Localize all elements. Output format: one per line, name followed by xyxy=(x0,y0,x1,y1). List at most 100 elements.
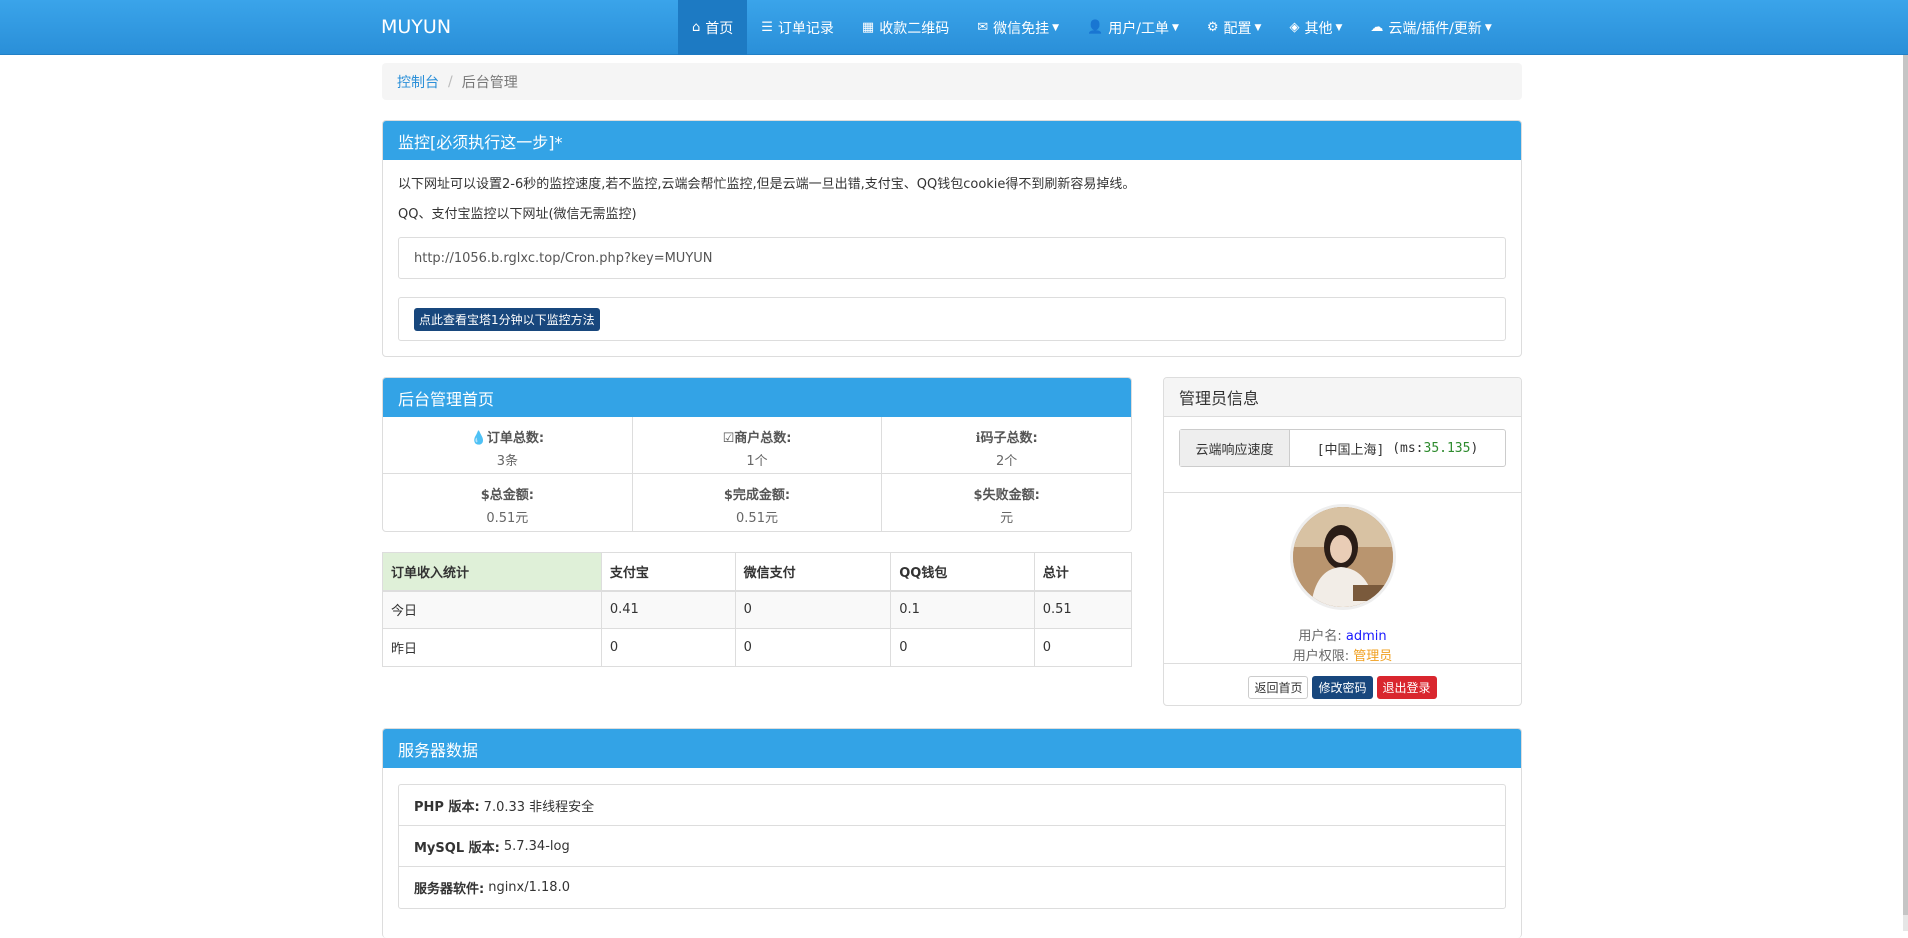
nav-item-label: 首页 xyxy=(705,20,734,37)
top-navbar: MUYUN ⌂ 首页 ☰ 订单记录 ▦ 收款二维码 ✉ 微信免挂 ▼ 👤 用户/工单 ▼ ⚙ 配置 ▼ ◈ 其他… xyxy=(0,0,1908,55)
back-home-button[interactable]: 返回首页 xyxy=(1248,676,1309,699)
stat-label: 完成金额: xyxy=(732,488,791,503)
stat-label: 失败金额: xyxy=(982,488,1040,503)
stat-value: 0.51元 xyxy=(736,511,778,526)
nav-item-label: 收款二维码 xyxy=(879,20,950,37)
qrcode-icon: ▦ xyxy=(861,20,875,35)
nav-item-5[interactable]: ⚙ 配置 ▼ xyxy=(1193,0,1276,55)
table-cell: 0 xyxy=(734,628,892,667)
stat-cell: $失败金额: 元 xyxy=(882,474,1131,531)
table-row: 昨日 0 0 0 0 xyxy=(382,628,1133,667)
monitor-subtitle: QQ、支付宝监控以下网址(微信无需监控) xyxy=(398,207,637,222)
cloud-speed-label: 云端响应速度 xyxy=(1180,430,1290,466)
list-item: 服务器软件: nginx/1.18.0 xyxy=(399,867,1505,908)
drop-icon: 💧 xyxy=(470,431,487,446)
table-cell: 0.41 xyxy=(600,590,736,629)
nav-item-7[interactable]: ☁ 云端/插件/更新 ▼ xyxy=(1356,0,1505,55)
home-icon: ⌂ xyxy=(692,20,701,35)
nav-item-2[interactable]: ▦ 收款二维码 xyxy=(848,0,963,55)
server-info-value: 5.7.34-log xyxy=(503,838,570,854)
stat-value: 1个 xyxy=(746,454,768,469)
cube-icon: ◈ xyxy=(1289,20,1300,35)
nav-item-0[interactable]: ⌂ 首页 xyxy=(678,0,748,55)
server-info-value: 7.0.33 非线程安全 xyxy=(483,799,595,815)
stat-cell: 💧订单总数: 3条 xyxy=(383,417,633,473)
server-info-key: PHP 版本: xyxy=(414,799,480,815)
change-password-button[interactable]: 修改密码 xyxy=(1312,676,1373,699)
breadcrumb-home-link[interactable]: 控制台 xyxy=(397,72,439,92)
breadcrumb: 控制台 / 后台管理 xyxy=(382,63,1522,100)
stats-grid: 💧订单总数: 3条 ☑商户总数: 1个 ℹ码子总数: 2个 $总金额: 0.51元 $完成金额:… xyxy=(383,417,1131,531)
admin-panel-title: 管理员信息 xyxy=(1164,378,1521,417)
stat-label-row: $完成金额: xyxy=(633,484,882,503)
stat-value: 0.51元 xyxy=(486,511,529,526)
monitor-button-box: 点此查看宝塔1分钟以下监控方法 xyxy=(398,297,1506,341)
server-info-key: 服务器软件: xyxy=(414,882,485,897)
nav-item-6[interactable]: ◈ 其他 ▼ xyxy=(1275,0,1356,55)
monitor-panel-title: 监控[必须执行这一步]* xyxy=(383,121,1521,160)
dashboard-panel: 后台管理首页 💧订单总数: 3条 ☑商户总数: 1个 ℹ码子总数: 2个 $总金额: 0.51… xyxy=(382,377,1132,532)
username-label: 用户名: xyxy=(1298,629,1342,644)
user-icon: 👤 xyxy=(1087,20,1104,35)
cloud-speed-ms-suffix: ) xyxy=(1470,440,1479,456)
income-col-header: QQ钱包 xyxy=(890,552,1035,592)
table-cell: 0 xyxy=(890,628,1035,667)
nav-item-4[interactable]: 👤 用户/工单 ▼ xyxy=(1073,0,1193,55)
dollar-icon: $ xyxy=(480,488,490,503)
stat-label-row: ℹ码子总数: xyxy=(882,427,1131,446)
table-cell: 0 xyxy=(1033,628,1133,667)
stat-value: 3条 xyxy=(496,454,518,469)
cloud-icon: ☁ xyxy=(1370,20,1384,35)
monitor-url-text: http://1056.b.rglxc.top/Cron.php?key=MUY… xyxy=(414,250,713,266)
stat-value: 2个 xyxy=(996,454,1018,469)
nav-item-3[interactable]: ✉ 微信免挂 ▼ xyxy=(963,0,1073,55)
scrollbar-thumb[interactable] xyxy=(1903,55,1908,915)
nav-item-label: 配置 xyxy=(1223,20,1252,37)
server-panel: 服务器数据 PHP 版本: 7.0.33 非线程安全 MySQL 版本: 5.7.34… xyxy=(382,728,1522,938)
stat-label: 总金额: xyxy=(489,488,534,503)
table-row: 今日 0.41 0 0.1 0.51 xyxy=(382,590,1133,629)
cloud-speed-ms: 35.135 xyxy=(1423,440,1471,456)
view-monitor-method-button[interactable]: 点此查看宝塔1分钟以下监控方法 xyxy=(414,307,600,331)
username-value: admin xyxy=(1345,629,1387,644)
stat-value: 元 xyxy=(1000,511,1014,526)
list-item: MySQL 版本: 5.7.34-log xyxy=(399,826,1505,867)
list-item: PHP 版本: 7.0.33 非线程安全 xyxy=(399,785,1505,826)
avatar-image xyxy=(1293,507,1393,607)
nav-item-label: 云端/插件/更新 xyxy=(1388,20,1482,37)
table-cell: 昨日 xyxy=(382,628,602,667)
monitor-panel: 监控[必须执行这一步]* 以下网址可以设置2-6秒的监控速度,若不监控,云端会帮… xyxy=(382,120,1522,357)
avatar xyxy=(1290,504,1396,610)
stat-label-row: ☑商户总数: xyxy=(633,427,882,446)
caret-down-icon: ▼ xyxy=(1484,22,1492,33)
admin-info-panel: 管理员信息 云端响应速度 [中国上海] (ms: 35.135) 用户名: adm… xyxy=(1163,377,1522,706)
divider xyxy=(1164,663,1521,664)
check-square-icon: ☑ xyxy=(722,431,735,446)
list-icon: ☰ xyxy=(761,20,773,35)
income-table-header: 订单收入统计 支付宝 微信支付 QQ钱包 总计 xyxy=(382,552,1133,592)
caret-down-icon: ▼ xyxy=(1335,22,1343,33)
income-col-header: 微信支付 xyxy=(734,552,892,592)
table-cell: 0 xyxy=(600,628,736,667)
logout-button[interactable]: 退出登录 xyxy=(1376,676,1437,699)
brand-logo[interactable]: MUYUN xyxy=(381,16,451,38)
nav-item-label: 微信免挂 xyxy=(993,20,1050,37)
stat-label-row: $失败金额: xyxy=(882,484,1131,503)
table-cell: 0.1 xyxy=(890,590,1035,629)
breadcrumb-current: 后台管理 xyxy=(461,74,518,91)
caret-down-icon: ▼ xyxy=(1052,22,1060,33)
nav-item-1[interactable]: ☰ 订单记录 xyxy=(747,0,848,55)
monitor-url-field[interactable]: http://1056.b.rglxc.top/Cron.php?key=MUY… xyxy=(398,237,1506,279)
table-cell: 0 xyxy=(734,590,892,629)
stats-row: 💧订单总数: 3条 ☑商户总数: 1个 ℹ码子总数: 2个 xyxy=(383,417,1131,474)
caret-down-icon: ▼ xyxy=(1171,22,1179,33)
server-info-value: nginx/1.18.0 xyxy=(488,880,570,895)
income-col-header: 支付宝 xyxy=(600,552,736,592)
stat-label: 商户总数: xyxy=(734,431,792,446)
admin-actions: 返回首页 修改密码 退出登录 xyxy=(1164,676,1521,699)
monitor-description: 以下网址可以设置2-6秒的监控速度,若不监控,云端会帮忙监控,但是云端一旦出错,… xyxy=(398,177,1136,192)
cloud-speed-ms-prefix: (ms: xyxy=(1392,440,1424,456)
income-table: 订单收入统计 支付宝 微信支付 QQ钱包 总计 今日 0.41 0 0.1 0.51 昨日 0 0 0 0 xyxy=(382,552,1133,667)
stat-cell: $总金额: 0.51元 xyxy=(383,474,633,531)
stat-cell: $完成金额: 0.51元 xyxy=(633,474,883,531)
